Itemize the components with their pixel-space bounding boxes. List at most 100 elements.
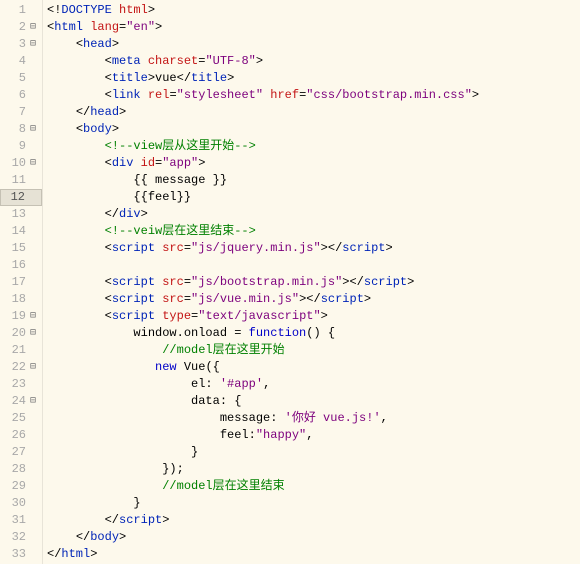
line-number: 13 — [2, 206, 26, 223]
code-line[interactable]: window.onload = function() { — [47, 325, 580, 342]
code-line[interactable]: </html> — [47, 546, 580, 563]
code-line[interactable] — [47, 257, 580, 274]
code-line[interactable]: </head> — [47, 104, 580, 121]
line-number: 5 — [2, 70, 26, 87]
code-token: "text/javascript" — [198, 309, 320, 323]
code-token: feel: — [220, 428, 256, 442]
code-line[interactable]: }); — [47, 461, 580, 478]
gutter-line: 29 — [0, 478, 42, 495]
code-token — [112, 3, 119, 17]
code-line[interactable]: } — [47, 444, 580, 461]
line-number: 22 — [2, 359, 26, 376]
fold-toggle-icon[interactable]: ⊟ — [26, 19, 40, 36]
code-line[interactable]: </script> — [47, 512, 580, 529]
code-line[interactable]: //model层在这里结束 — [47, 478, 580, 495]
line-number: 16 — [2, 257, 26, 274]
code-line[interactable]: </body> — [47, 529, 580, 546]
gutter-line: 22⊟ — [0, 359, 42, 376]
code-token: < — [105, 71, 112, 85]
code-line[interactable]: new Vue({ — [47, 359, 580, 376]
code-token: , — [306, 428, 313, 442]
code-token: script — [112, 292, 155, 306]
code-line[interactable]: } — [47, 495, 580, 512]
code-line[interactable]: <!DOCTYPE html> — [47, 2, 580, 19]
code-line[interactable]: message: '你好 vue.js!', — [47, 410, 580, 427]
code-token: head — [90, 105, 119, 119]
code-line[interactable]: //model层在这里开始 — [47, 342, 580, 359]
code-token: script — [321, 292, 364, 306]
fold-toggle-icon[interactable]: ⊟ — [26, 359, 40, 376]
gutter-line: 27 — [0, 444, 42, 461]
code-token — [47, 428, 220, 442]
code-line[interactable]: el: '#app', — [47, 376, 580, 393]
line-number: 25 — [2, 410, 26, 427]
gutter-line: 14 — [0, 223, 42, 240]
code-line[interactable]: data: { — [47, 393, 580, 410]
code-token: div — [112, 156, 134, 170]
code-line[interactable]: <!--veiw层在这里结束--> — [47, 223, 580, 240]
code-token: = — [184, 292, 191, 306]
code-token: "css/bootstrap.min.css" — [306, 88, 472, 102]
code-area[interactable]: <!DOCTYPE html><html lang="en"> <head> <… — [43, 0, 580, 564]
gutter-line: 3⊟ — [0, 36, 42, 53]
code-token: < — [105, 156, 112, 170]
code-token: div — [119, 207, 141, 221]
code-token: > — [119, 530, 126, 544]
code-line[interactable]: <meta charset="UTF-8"> — [47, 53, 580, 70]
gutter-line: 2⊟ — [0, 19, 42, 36]
code-token: html — [119, 3, 148, 17]
code-line[interactable]: <link rel="stylesheet" href="css/bootstr… — [47, 87, 580, 104]
code-line[interactable]: <script src="js/vue.min.js"></script> — [47, 291, 580, 308]
code-line[interactable]: feel:"happy", — [47, 427, 580, 444]
code-token: new — [155, 360, 177, 374]
gutter-line: 6 — [0, 87, 42, 104]
code-line[interactable]: <html lang="en"> — [47, 19, 580, 36]
code-line[interactable]: <head> — [47, 36, 580, 53]
line-number: 4 — [2, 53, 26, 70]
gutter-line: 15 — [0, 240, 42, 257]
gutter-line: 16 — [0, 257, 42, 274]
line-number: 12 — [1, 189, 25, 206]
code-line[interactable]: <script type="text/javascript"> — [47, 308, 580, 325]
code-token: head — [83, 37, 112, 51]
code-token: > — [364, 292, 371, 306]
fold-toggle-icon[interactable]: ⊟ — [26, 155, 40, 172]
code-token: "en" — [126, 20, 155, 34]
code-line[interactable]: {{feel}} — [47, 189, 580, 206]
code-editor[interactable]: 12⊟3⊟45678⊟910⊟111213141516171819⊟20⊟212… — [0, 0, 580, 564]
code-token: < — [76, 122, 83, 136]
line-gutter: 12⊟3⊟45678⊟910⊟111213141516171819⊟20⊟212… — [0, 0, 43, 564]
code-token — [47, 224, 105, 238]
fold-toggle-icon[interactable]: ⊟ — [26, 325, 40, 342]
gutter-line: 8⊟ — [0, 121, 42, 138]
line-number: 26 — [2, 427, 26, 444]
code-token: html — [61, 547, 90, 561]
fold-toggle-icon[interactable]: ⊟ — [26, 121, 40, 138]
code-line[interactable]: <script src="js/bootstrap.min.js"></scri… — [47, 274, 580, 291]
fold-toggle-icon[interactable]: ⊟ — [26, 393, 40, 410]
line-number: 15 — [2, 240, 26, 257]
code-line[interactable]: <title>vue</title> — [47, 70, 580, 87]
code-token — [47, 122, 76, 136]
code-token: href — [270, 88, 299, 102]
code-line[interactable]: <div id="app"> — [47, 155, 580, 172]
code-line[interactable]: </div> — [47, 206, 580, 223]
fold-toggle-icon[interactable]: ⊟ — [26, 36, 40, 53]
code-token: "js/bootstrap.min.js" — [191, 275, 342, 289]
code-token: > — [407, 275, 414, 289]
code-line[interactable]: <!--view层从这里开始--> — [47, 138, 580, 155]
line-number: 1 — [2, 2, 26, 19]
gutter-line: 23 — [0, 376, 42, 393]
code-token: </ — [105, 207, 119, 221]
code-line[interactable]: <script src="js/jquery.min.js"></script> — [47, 240, 580, 257]
code-line[interactable]: {{ message }} — [47, 172, 580, 189]
code-token: src — [162, 275, 184, 289]
code-token — [47, 156, 105, 170]
code-line[interactable]: <body> — [47, 121, 580, 138]
code-token: < — [105, 88, 112, 102]
fold-toggle-icon[interactable]: ⊟ — [26, 308, 40, 325]
code-token: link — [112, 88, 141, 102]
gutter-line: 10⊟ — [0, 155, 42, 172]
code-token: </ — [76, 530, 90, 544]
line-number: 28 — [2, 461, 26, 478]
